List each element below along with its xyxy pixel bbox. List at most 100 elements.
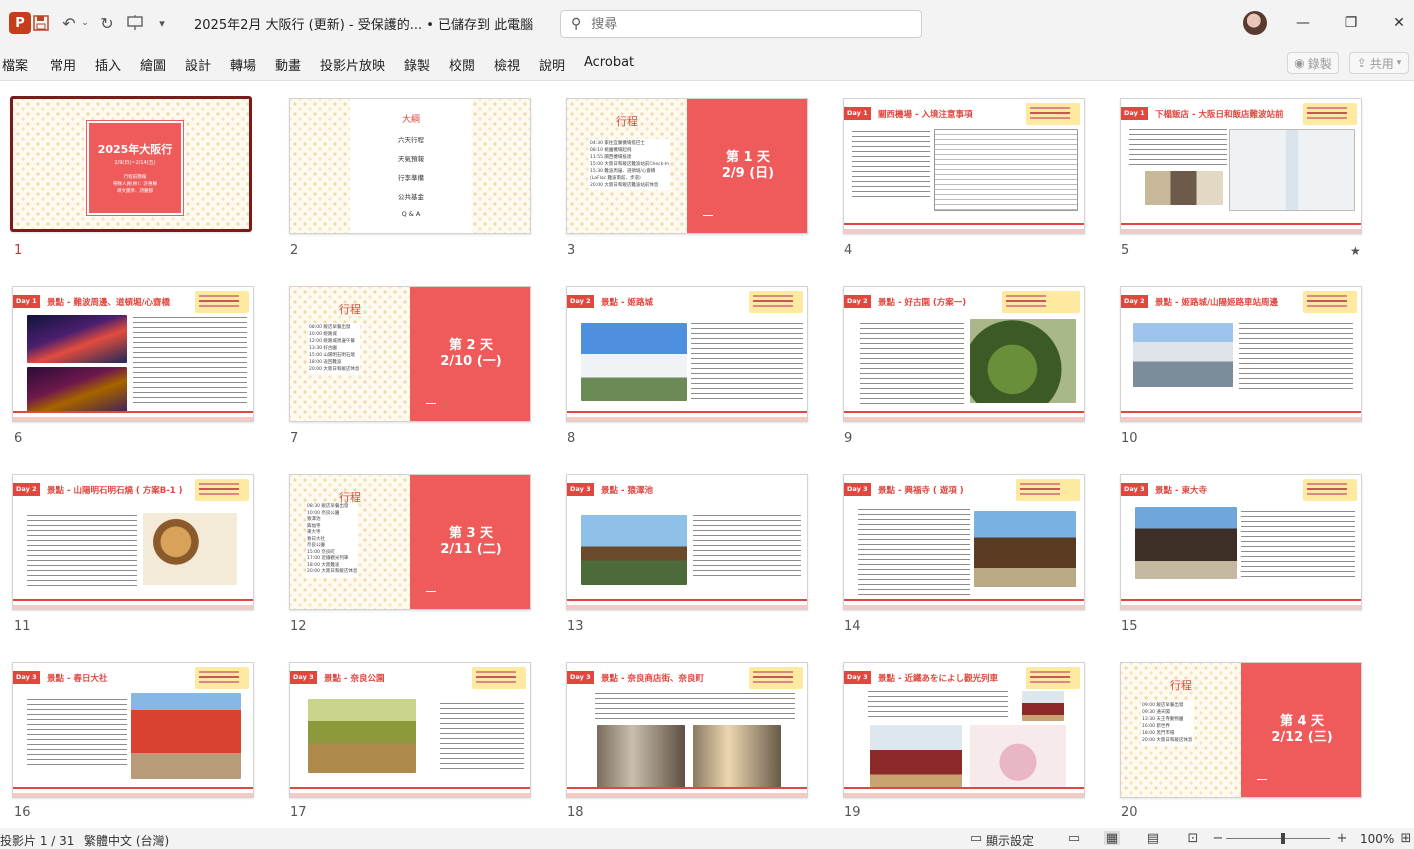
undo-dropdown-icon[interactable]: ⌄ <box>80 12 90 34</box>
tab-file[interactable]: 檔案 <box>2 55 28 74</box>
zoom-level[interactable]: 100% <box>1360 832 1394 846</box>
agenda-panel: 大綱 六天行程 天氣預報 行李準備 公共基金 Q & A <box>350 99 472 233</box>
divider <box>567 599 807 601</box>
search-input[interactable] <box>591 16 892 32</box>
slide-thumbnail-4[interactable]: Day 1 關西機場 - 入境注意事項 <box>843 98 1085 234</box>
slide-title: 景點 - 春日大社 <box>47 674 108 684</box>
canal-night-image <box>27 367 127 413</box>
agenda-item: 行李準備 <box>398 174 424 182</box>
slide-thumbnail-17[interactable]: Day 3 景點 - 奈良公園 <box>289 662 531 798</box>
tab-record[interactable]: 錄製 <box>404 55 430 74</box>
slide-thumbnail-8[interactable]: Day 2 景點 - 姬路城 <box>566 286 808 422</box>
itinerary-line: 08:10 桃園機場起飛 <box>590 148 632 153</box>
divider <box>567 793 807 797</box>
slideshow-view-icon[interactable]: ⊡ <box>1185 831 1201 846</box>
tab-review[interactable]: 校閱 <box>449 55 475 74</box>
price-note <box>1303 479 1357 501</box>
search-box[interactable]: ⚲ <box>560 10 922 38</box>
itinerary-day: 第 2 天 <box>448 338 494 353</box>
slide-thumbnail-15[interactable]: Day 3 景點 - 東大寺 <box>1120 474 1362 610</box>
itinerary-line: 11:55 關西機場抵達 <box>590 155 632 160</box>
language-indicator[interactable]: 繁體中文 (台灣) <box>84 832 169 849</box>
avatar[interactable] <box>1243 11 1267 35</box>
slide-thumbnail-2[interactable]: 大綱 六天行程 天氣預報 行李準備 公共基金 Q & A <box>289 98 531 234</box>
slide-thumbnail-18[interactable]: Day 3 景點 - 奈良商店街、奈良町 <box>566 662 808 798</box>
itinerary-line: 20:00 大阪日和飯店休息 <box>309 367 360 372</box>
slide-thumbnail-7[interactable]: 行程 08:00 飯店早餐出發 10:00 姬路城 12:00 姬路城周邊午餐 … <box>289 286 531 422</box>
slide-thumbnail-10[interactable]: Day 2 景點 - 姬路城/山陽姬路車站周邊 <box>1120 286 1362 422</box>
slide-thumbnail-12[interactable]: 行程 08:30 飯店早餐出發 10:00 奈良公園 猿澤池 興福寺 東大寺 春… <box>289 474 531 610</box>
normal-view-icon[interactable]: ▭ <box>1066 831 1082 846</box>
slide-thumbnail-6[interactable]: Day 1 景點 - 難波周邊、道頓堀/心齋橋 <box>12 286 254 422</box>
slide-thumbnail-5[interactable]: Day 1 下榻飯店 - 大阪日和飯店難波站前 <box>1120 98 1362 234</box>
slide-header: Day 2 景點 - 好古園 (方案一) <box>844 287 1084 313</box>
slide-thumbnail-19[interactable]: Day 3 景點 - 近鐵あをによし觀光列車 <box>843 662 1085 798</box>
itinerary-day: 第 3 天 <box>448 526 494 541</box>
text-block <box>595 693 795 719</box>
reading-view-icon[interactable]: ▤ <box>1145 831 1161 846</box>
kofukuji-image <box>974 511 1076 587</box>
save-icon[interactable] <box>30 12 52 34</box>
slide-thumbnail-13[interactable]: Day 3 景點 - 猿澤池 <box>566 474 808 610</box>
slide-thumbnail-11[interactable]: Day 2 景點 - 山陽明石明石燒 ( 方案B-1 ) <box>12 474 254 610</box>
tab-animations[interactable]: 動畫 <box>275 55 301 74</box>
slide-thumbnail-20[interactable]: 行程 09:00 飯店早餐出發 09:30 通天閣 13:30 天王寺動物園 1… <box>1120 662 1362 798</box>
divider <box>426 591 436 592</box>
tab-view[interactable]: 檢視 <box>494 55 520 74</box>
tab-acrobat[interactable]: Acrobat <box>584 55 634 70</box>
redo-icon[interactable]: ↻ <box>96 12 118 34</box>
slide-thumbnail-14[interactable]: Day 3 景點 - 興福寺 ( 遊項 ) <box>843 474 1085 610</box>
tab-home[interactable]: 常用 <box>50 55 76 74</box>
itinerary-date: 2/11 (二) <box>440 542 502 557</box>
status-bar: 投影片 1 / 31 繁體中文 (台灣) ▭ 顯示設定 ▭ ▦ ▤ ⊡ − + … <box>0 828 1414 849</box>
slide-thumbnail-16[interactable]: Day 3 景點 - 春日大社 <box>12 662 254 798</box>
fit-to-window-icon[interactable]: ⊞ <box>1398 831 1414 846</box>
present-from-beginning-icon[interactable] <box>124 12 146 34</box>
slide-title: 景點 - 姬路城 <box>601 298 653 308</box>
text-block <box>860 323 964 405</box>
text-block <box>1129 129 1227 167</box>
divider <box>13 599 253 601</box>
itinerary-line: 18:00 黑門市場 <box>1142 731 1175 736</box>
text-block <box>858 509 970 595</box>
slide-thumbnail-3[interactable]: 行程 04:30 家往宜蘭機場搭巴士 08:10 桃園機場起飛 11:55 關西… <box>566 98 808 234</box>
slide-sorter[interactable]: 2025年大阪行 2/9(日)~2/14(五) 行程前簡報 帶隊人員(林)：許惠… <box>0 80 1414 828</box>
undo-icon[interactable]: ↶ <box>58 12 80 34</box>
ribbon-tabs: 檔案 常用 插入 繪圖 設計 轉場 動畫 投影片放映 錄製 校閱 檢視 說明 A… <box>0 50 1414 78</box>
zoom-slider-thumb[interactable] <box>1281 833 1285 844</box>
slide-animation-icon: ★ <box>1350 244 1361 258</box>
slide-sorter-view-icon[interactable]: ▦ <box>1104 831 1120 846</box>
text-block <box>693 515 801 577</box>
itinerary-line: 09:30 通天閣 <box>1142 710 1170 715</box>
itinerary-line: 15:30 難波周邊、道頓堀/心齋橋 <box>590 169 656 174</box>
tab-slideshow[interactable]: 投影片放映 <box>320 55 385 74</box>
slide-number: 14 <box>844 619 861 634</box>
title-bar: P ↶ ⌄ ↻ ▾ 2025年2月 大阪行 (更新) - 受保護的... • 已… <box>0 0 1414 46</box>
divider <box>844 793 1084 797</box>
close-button[interactable]: ✕ <box>1389 12 1409 34</box>
customize-toolbar-icon[interactable]: ▾ <box>154 12 170 34</box>
tab-insert[interactable]: 插入 <box>95 55 121 74</box>
minimize-button[interactable]: — <box>1293 12 1313 34</box>
slide-title: 景點 - 山陽明石明石燒 ( 方案B-1 ) <box>47 486 183 496</box>
display-settings-button[interactable]: 顯示設定 <box>986 832 1034 849</box>
itinerary-day-panel: 第 1 天 2/9 (日) <box>687 99 807 233</box>
slide-number: 9 <box>844 431 853 446</box>
slide-header: Day 3 景點 - 近鐵あをによし觀光列車 <box>844 663 1084 689</box>
zoom-in-icon[interactable]: + <box>1334 831 1350 846</box>
itinerary-title: 行程 <box>616 115 638 128</box>
tab-draw[interactable]: 繪圖 <box>140 55 166 74</box>
zoom-slider[interactable] <box>1226 838 1330 839</box>
maximize-button[interactable]: ❐ <box>1341 12 1361 34</box>
divider <box>844 599 1084 601</box>
record-button[interactable]: ◉ 錄製 <box>1287 52 1339 74</box>
tab-transitions[interactable]: 轉場 <box>230 55 256 74</box>
share-button[interactable]: ⇪ 共用 ▾ <box>1349 52 1409 74</box>
day-tag: Day 3 <box>1121 483 1148 496</box>
slide-thumbnail-1[interactable]: 2025年大阪行 2/9(日)~2/14(五) 行程前簡報 帶隊人員(林)：許惠… <box>10 96 252 232</box>
slide-thumbnail-9[interactable]: Day 2 景點 - 好古園 (方案一) <box>843 286 1085 422</box>
zoom-out-icon[interactable]: − <box>1210 831 1226 846</box>
slide-number: 11 <box>14 619 31 634</box>
tab-help[interactable]: 說明 <box>539 55 565 74</box>
tab-design[interactable]: 設計 <box>185 55 211 74</box>
